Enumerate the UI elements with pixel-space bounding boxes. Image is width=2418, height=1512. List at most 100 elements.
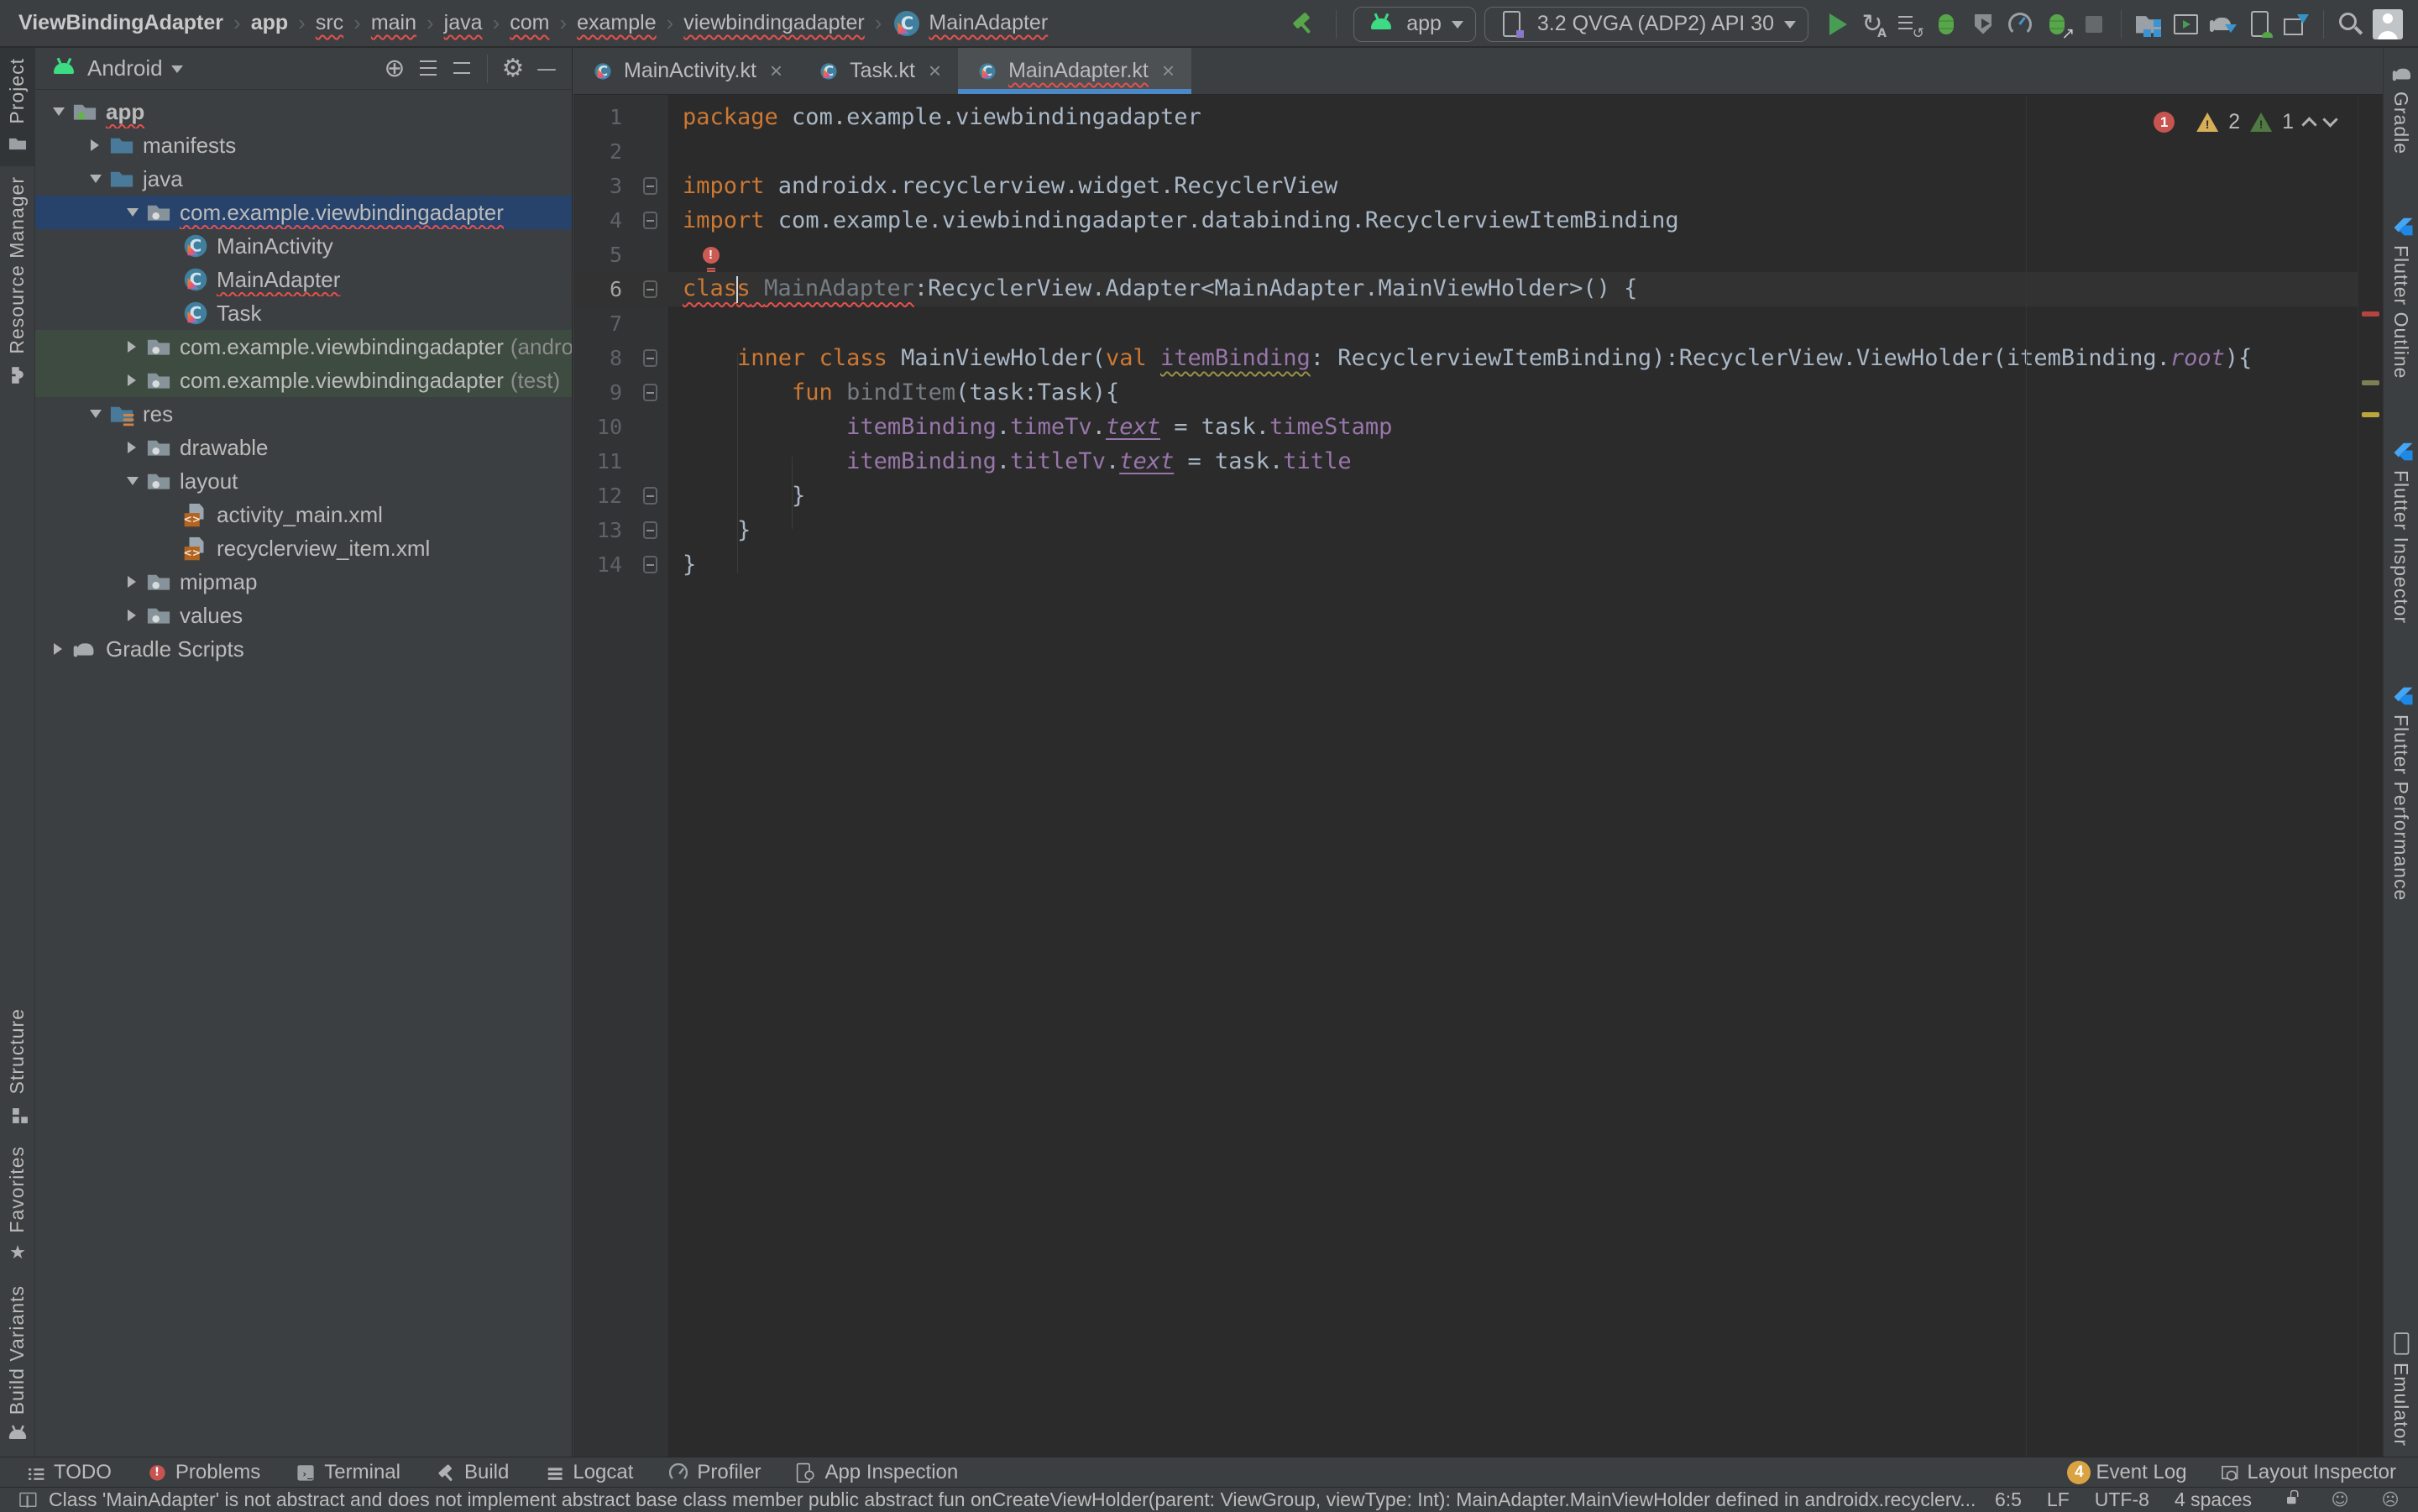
collapse-button[interactable] bbox=[445, 52, 479, 86]
tree-row[interactable]: values bbox=[35, 599, 572, 632]
tree-row[interactable]: CMainActivity bbox=[35, 229, 572, 263]
fold-marker[interactable] bbox=[632, 280, 667, 298]
sync-gradle-button[interactable] bbox=[2204, 6, 2241, 43]
profile-avatar-button[interactable] bbox=[2369, 6, 2406, 43]
tree-chevron-right[interactable] bbox=[121, 576, 144, 588]
error-lightbulb-icon[interactable] bbox=[703, 247, 720, 264]
search-everywhere-button[interactable] bbox=[2332, 6, 2369, 43]
fold-marker[interactable] bbox=[632, 212, 667, 229]
breadcrumb-item[interactable]: src bbox=[316, 11, 343, 35]
project-view-selector[interactable]: Android bbox=[87, 55, 163, 81]
apply-code-changes-button[interactable] bbox=[1891, 6, 1928, 43]
fold-marker[interactable] bbox=[632, 487, 667, 505]
fold-marker[interactable] bbox=[632, 177, 667, 195]
sidebar-item-project[interactable]: Project bbox=[0, 48, 35, 166]
tool-window-button-profiler[interactable]: Profiler bbox=[665, 1459, 761, 1486]
error-stripe-mark-error[interactable] bbox=[2362, 311, 2379, 317]
tree-row[interactable]: layout bbox=[35, 464, 572, 498]
tab-mainactivity-kt[interactable]: CMainActivity.kt× bbox=[573, 48, 799, 94]
tool-window-button-terminal[interactable]: Terminal bbox=[292, 1459, 400, 1486]
lock-icon[interactable] bbox=[2280, 1490, 2300, 1509]
tree-row[interactable]: res bbox=[35, 397, 572, 431]
fold-marker[interactable] bbox=[632, 521, 667, 539]
minus-button[interactable] bbox=[530, 52, 563, 86]
breadcrumb-item[interactable]: viewbindingadapter bbox=[683, 11, 864, 35]
device-manager-button[interactable] bbox=[2241, 6, 2278, 43]
tree-chevron-right[interactable] bbox=[121, 442, 144, 453]
tree-row[interactable]: manifests bbox=[35, 128, 572, 162]
apply-changes-restart-button[interactable] bbox=[1854, 6, 1891, 43]
error-stripe[interactable] bbox=[2358, 95, 2383, 1457]
run-config-select[interactable]: app bbox=[1353, 7, 1476, 42]
sidebar-item-favorites[interactable]: Favorites bbox=[0, 1136, 35, 1275]
tool-window-button-build[interactable]: Build bbox=[432, 1459, 509, 1486]
tree-row[interactable]: com.example.viewbindingadapter bbox=[35, 196, 572, 229]
tree-chevron-down[interactable] bbox=[121, 472, 144, 491]
tree-row[interactable]: java bbox=[35, 162, 572, 196]
sdk-manager-button[interactable] bbox=[2278, 6, 2315, 43]
tree-chevron-down[interactable] bbox=[47, 102, 71, 122]
breadcrumb-item[interactable]: java bbox=[444, 11, 483, 35]
sidebar-item-build-variants[interactable]: Build Variants bbox=[0, 1275, 35, 1457]
breadcrumb-item[interactable]: example bbox=[577, 11, 657, 35]
tool-window-toggle-icon[interactable] bbox=[18, 1490, 38, 1509]
tree-row[interactable]: app bbox=[35, 95, 572, 128]
stop-button[interactable] bbox=[2075, 6, 2112, 43]
sidebar-item-emulator[interactable]: Emulator bbox=[2384, 1321, 2418, 1457]
sidebar-item-resource-manager[interactable]: Resource Manager bbox=[0, 166, 35, 396]
run-with-coverage-button[interactable] bbox=[1965, 6, 2002, 43]
build-hammer-icon[interactable] bbox=[1289, 9, 1319, 39]
tree-chevron-right[interactable] bbox=[121, 374, 144, 386]
device-select[interactable]: 3.2 QVGA (ADP2) API 30 bbox=[1484, 7, 1808, 42]
debug-button[interactable] bbox=[1928, 6, 1965, 43]
sidebar-item-flutter-performance[interactable]: Flutter Performance bbox=[2384, 672, 2418, 911]
error-stripe-mark-warning[interactable] bbox=[2362, 412, 2379, 417]
tool-window-button-app-inspection[interactable]: App Inspection bbox=[793, 1459, 958, 1486]
expand-button[interactable] bbox=[411, 52, 445, 86]
tree-row[interactable]: <>recyclerview_item.xml bbox=[35, 531, 572, 565]
tree-row[interactable]: com.example.viewbindingadapter(androidTe… bbox=[35, 330, 572, 364]
tree-chevron-right[interactable] bbox=[121, 610, 144, 621]
tree-chevron-right[interactable] bbox=[121, 341, 144, 353]
tree-row[interactable]: mipmap bbox=[35, 565, 572, 599]
tree-row[interactable]: <>activity_main.xml bbox=[35, 498, 572, 531]
tree-row[interactable]: drawable bbox=[35, 431, 572, 464]
tab-task-kt[interactable]: CTask.kt× bbox=[799, 48, 958, 94]
sad-feedback-icon[interactable] bbox=[2381, 1490, 2400, 1509]
sidebar-item-flutter-inspector[interactable]: Flutter Inspector bbox=[2384, 428, 2418, 634]
close-icon[interactable]: × bbox=[770, 58, 782, 84]
tree-chevron-down[interactable] bbox=[84, 405, 107, 424]
profile-button[interactable] bbox=[2002, 6, 2039, 43]
attach-debugger-button[interactable] bbox=[2039, 6, 2075, 43]
indent-setting[interactable]: 4 spaces bbox=[2175, 1488, 2252, 1511]
tool-window-button-problems[interactable]: Problems bbox=[144, 1459, 260, 1486]
tree-chevron-down[interactable] bbox=[121, 203, 144, 222]
tree-row[interactable]: CMainAdapter bbox=[35, 263, 572, 296]
tool-window-button-todo[interactable]: TODO bbox=[22, 1459, 112, 1486]
close-icon[interactable]: × bbox=[929, 58, 941, 84]
tree-chevron-right[interactable] bbox=[84, 139, 107, 151]
fold-marker[interactable] bbox=[632, 349, 667, 367]
device-file-explorer-button[interactable] bbox=[2130, 6, 2167, 43]
target-button[interactable] bbox=[378, 52, 411, 86]
tree-chevron-right[interactable] bbox=[47, 643, 71, 655]
tool-window-button-logcat[interactable]: Logcat bbox=[541, 1459, 633, 1486]
line-separator[interactable]: LF bbox=[2047, 1488, 2070, 1511]
breadcrumb-item[interactable]: ViewBindingAdapter bbox=[18, 11, 223, 35]
error-count-icon[interactable]: 1 bbox=[2154, 112, 2175, 133]
weak-warning-count-icon[interactable]: ! bbox=[2250, 112, 2272, 132]
sidebar-item-structure[interactable]: Structure bbox=[0, 998, 35, 1136]
gear-button[interactable] bbox=[496, 52, 530, 86]
tab-mainadapter-kt[interactable]: CMainAdapter.kt× bbox=[958, 48, 1191, 94]
tree-row[interactable]: CTask bbox=[35, 296, 572, 330]
fold-marker[interactable] bbox=[632, 556, 667, 573]
code-editor[interactable]: 1package com.example.viewbindingadapter2… bbox=[573, 95, 2358, 1457]
breadcrumb-item[interactable]: com bbox=[510, 11, 549, 35]
happy-feedback-icon[interactable] bbox=[2331, 1490, 2350, 1509]
next-problem-icon[interactable] bbox=[2322, 112, 2337, 127]
sidebar-item-gradle[interactable]: Gradle bbox=[2384, 48, 2418, 165]
file-encoding[interactable]: UTF-8 bbox=[2095, 1488, 2149, 1511]
breadcrumb-item[interactable]: main bbox=[371, 11, 416, 35]
error-stripe-mark-weak-warning[interactable] bbox=[2362, 380, 2379, 385]
previous-problem-icon[interactable] bbox=[2301, 117, 2316, 132]
